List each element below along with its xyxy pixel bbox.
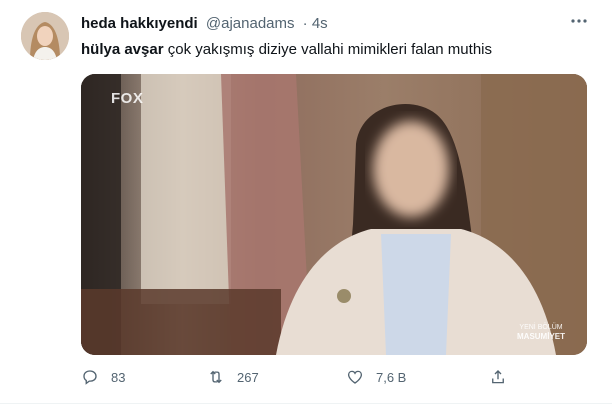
video-frame [81, 74, 587, 355]
author-handle[interactable]: @ajanadams [206, 15, 295, 32]
badge-line2: MASUMİYET [517, 332, 565, 341]
reply-count: 83 [111, 369, 126, 385]
retweet-count: 267 [237, 369, 259, 385]
share-button[interactable] [489, 366, 519, 388]
heart-icon [347, 370, 363, 384]
like-count: 7,6 B [376, 369, 407, 385]
tweet-actions: 83 267 7,6 B [81, 366, 587, 388]
tweet-header: heda hakkıyendi @ajanadams · 4s [81, 15, 328, 33]
reply-button[interactable]: 83 [81, 366, 125, 388]
tweet[interactable]: heda hakkıyendi @ajanadams · 4s hülya av… [0, 0, 612, 407]
channel-logo: FOX [111, 90, 144, 107]
share-icon [492, 370, 504, 384]
retweet-icon [210, 370, 222, 384]
show-badge: YENİ BÖLÜM MASUMİYET [517, 323, 565, 341]
author-display-name[interactable]: heda hakkıyendi [81, 15, 198, 32]
mentioned-name: hülya avşar [81, 41, 164, 58]
tweet-divider [0, 403, 612, 404]
more-options-button[interactable] [570, 12, 588, 33]
more-horizontal-icon [571, 19, 587, 23]
badge-line1: YENİ BÖLÜM [519, 324, 563, 331]
reply-icon [83, 370, 97, 385]
tweet-timestamp[interactable]: · 4s [303, 15, 328, 32]
tweet-text: hülya avşar çok yakışmış diziye vallahi … [81, 40, 492, 60]
like-button[interactable]: 7,6 B [346, 366, 406, 388]
retweet-button[interactable]: 267 [207, 366, 259, 388]
tweet-video[interactable]: FOX YENİ BÖLÜM MASUMİYET [81, 74, 587, 355]
avatar[interactable] [21, 12, 69, 60]
tweet-body: çok yakışmış diziye vallahi mimikleri fa… [163, 41, 492, 58]
